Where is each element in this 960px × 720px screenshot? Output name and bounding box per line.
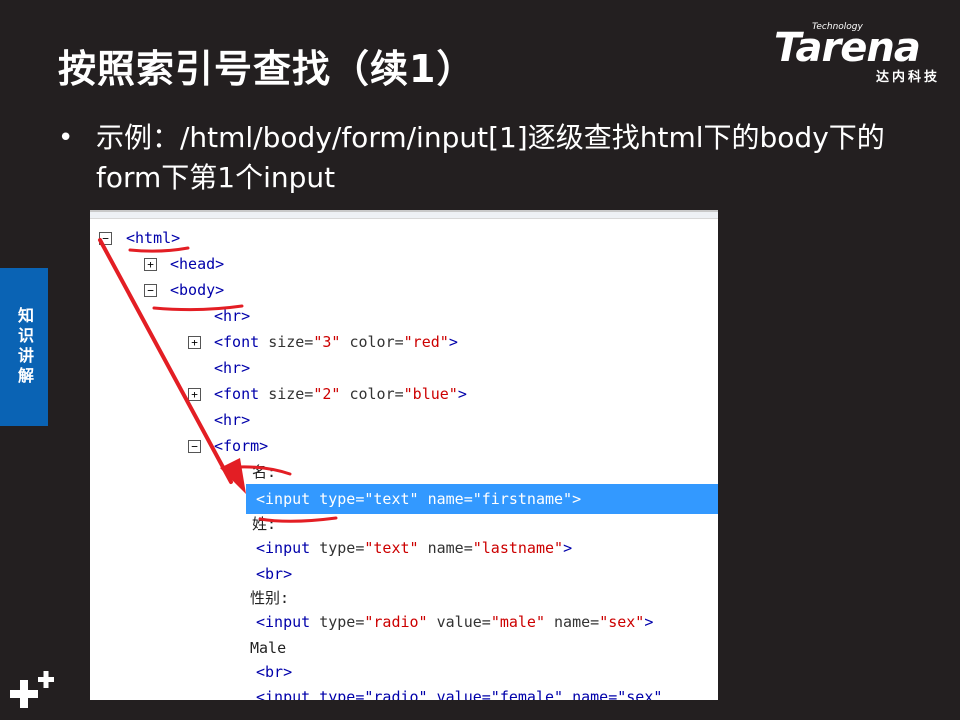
bullet-dot-icon: •	[58, 123, 74, 153]
bullet-text: 示例：/html/body/form/input[1]逐级查找html下的bod…	[96, 121, 885, 194]
annotation-overlay	[98, 238, 338, 523]
side-tab-label: 知识讲解	[15, 307, 34, 387]
side-tab-knowledge: 知识讲解	[0, 268, 48, 426]
plus-plus-icon	[10, 671, 54, 708]
logo-wordmark: Tarena	[774, 25, 921, 71]
bullet-point: • 示例：/html/body/form/input[1]逐级查找html下的b…	[58, 118, 938, 198]
logo-chinese-text: 达内科技	[875, 70, 940, 85]
tarena-logo: Technology Tarena 达内科技	[774, 22, 944, 85]
slide-title: 按照索引号查找（续1）	[58, 47, 476, 91]
dom-tree-screenshot: − <html> + <head> − <body> <hr> + <font …	[90, 210, 718, 700]
